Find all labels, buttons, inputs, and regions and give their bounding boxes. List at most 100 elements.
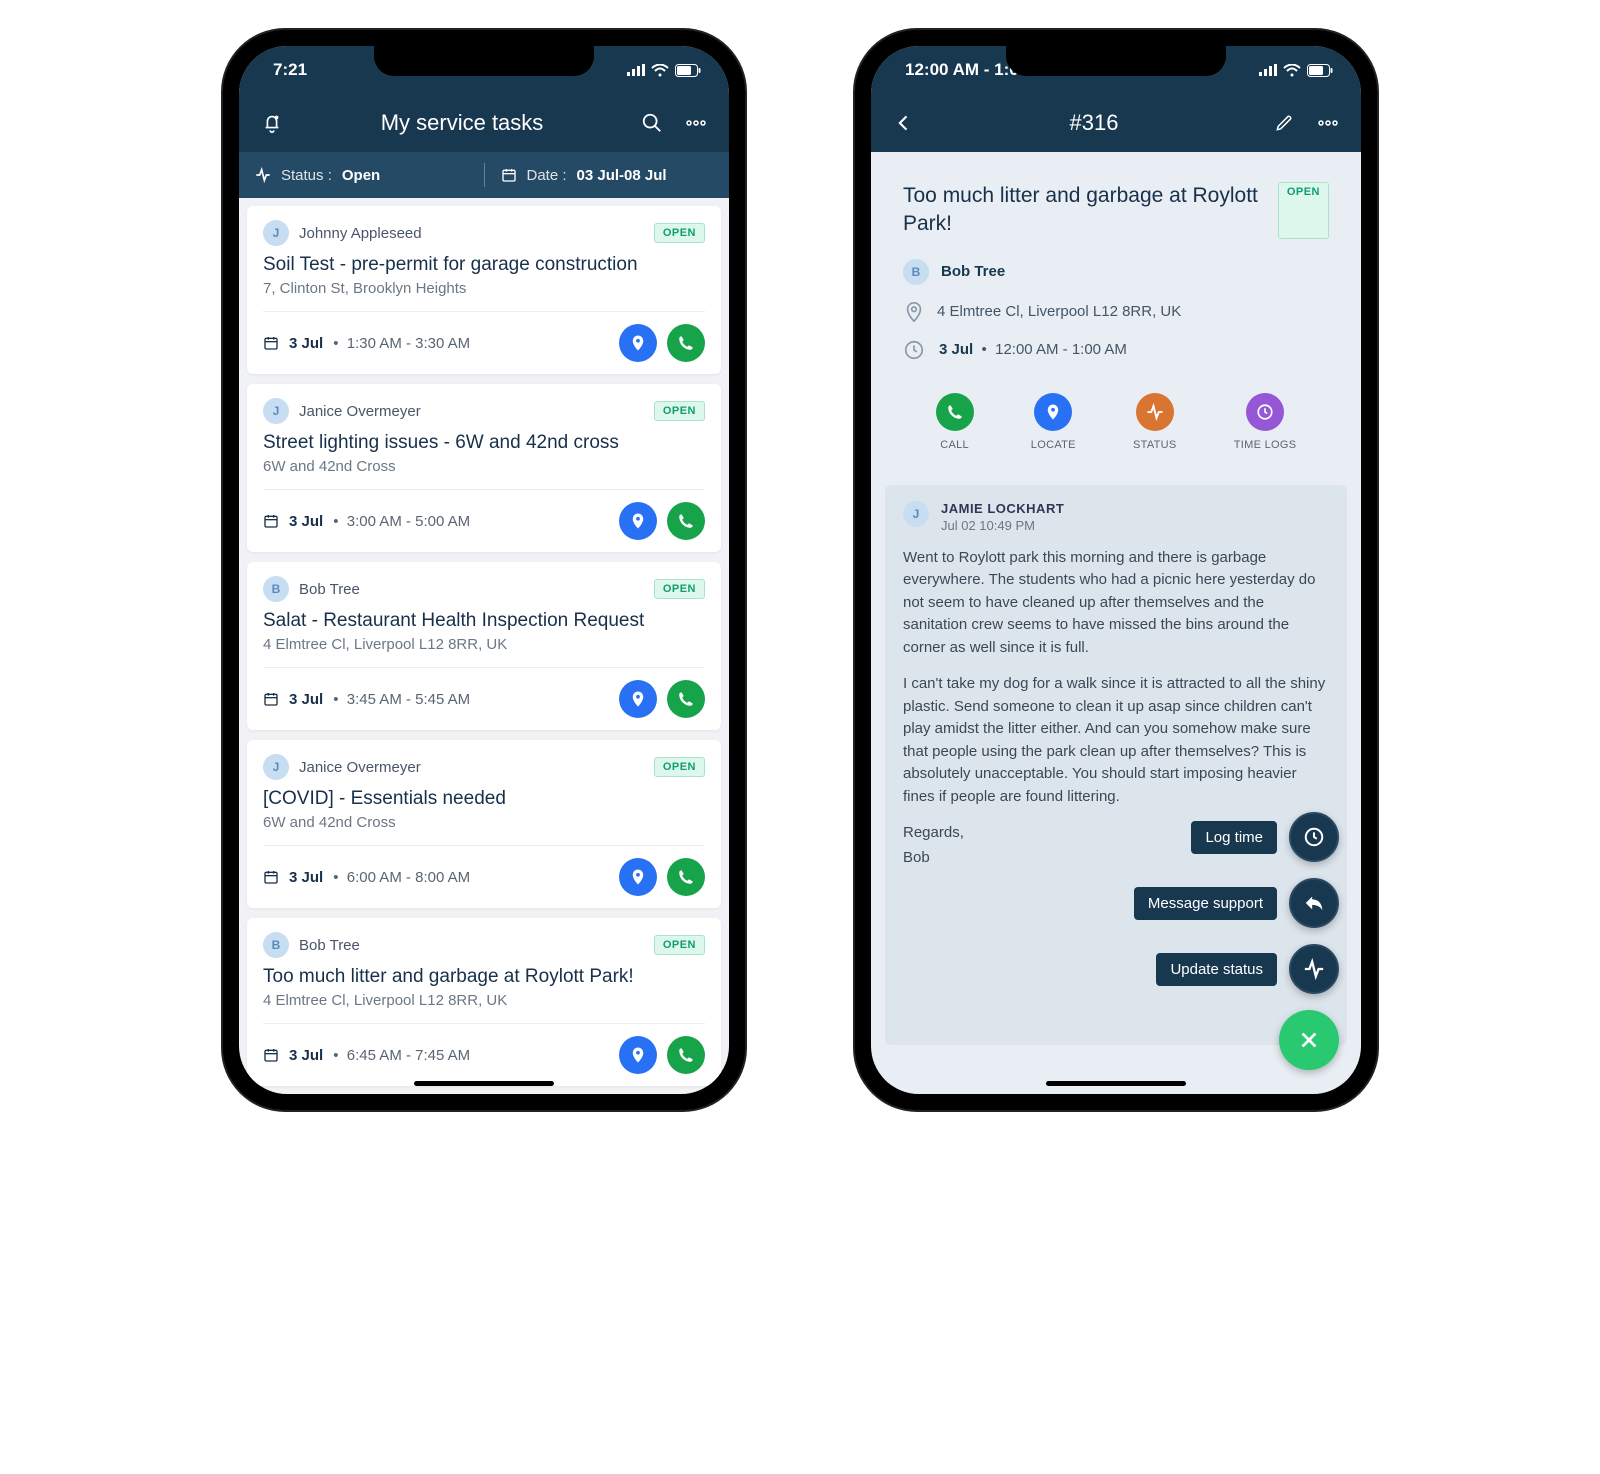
avatar: J [903, 501, 929, 527]
phone-icon [677, 868, 695, 886]
locate-button[interactable] [619, 502, 657, 540]
task-time: • 1:30 AM - 3:30 AM [333, 335, 609, 352]
fab-close[interactable] [1279, 1010, 1339, 1070]
fab-update-status[interactable]: Update status [1156, 944, 1339, 994]
calendar-icon [501, 167, 517, 183]
status-icons [627, 64, 701, 77]
fab-message-support[interactable]: Message support [1134, 878, 1339, 928]
task-date: 3 Jul [289, 513, 323, 530]
fab-log-time[interactable]: Log time [1191, 812, 1339, 862]
filter-status[interactable]: Status : Open [239, 167, 484, 184]
task-card[interactable]: B Bob Tree OPEN Too much litter and garb… [247, 918, 721, 1086]
location-pin-icon [629, 868, 647, 886]
call-button[interactable] [667, 1036, 705, 1074]
task-title: Soil Test - pre-permit for garage constr… [263, 254, 705, 276]
calendar-icon [263, 869, 279, 885]
phone-icon [677, 1046, 695, 1064]
home-indicator [414, 1081, 554, 1086]
signal-icon [627, 64, 645, 76]
date-value: 03 Jul-08 Jul [577, 167, 667, 184]
action-timelogs[interactable]: TIME LOGS [1234, 393, 1297, 451]
edit-icon[interactable] [1269, 108, 1299, 138]
signal-icon [1259, 64, 1277, 76]
notification-icon[interactable] [257, 108, 287, 138]
date-label: Date : [527, 167, 567, 184]
location-pin-icon [629, 1046, 647, 1064]
locate-button[interactable] [619, 324, 657, 362]
filter-date[interactable]: Date : 03 Jul-08 Jul [485, 167, 730, 184]
action-label: CALL [940, 439, 969, 451]
calendar-icon [263, 335, 279, 351]
task-address: 7, Clinton St, Brooklyn Heights [263, 280, 705, 297]
task-title: Too much litter and garbage at Roylott P… [263, 966, 705, 988]
home-indicator [1046, 1081, 1186, 1086]
phone-icon [677, 512, 695, 530]
message-timestamp: Jul 02 10:49 PM [941, 518, 1064, 533]
call-button[interactable] [667, 680, 705, 718]
search-icon[interactable] [637, 108, 667, 138]
clock: 7:21 [273, 60, 307, 80]
fab-label: Update status [1156, 953, 1277, 986]
more-icon[interactable] [681, 108, 711, 138]
message-author: JAMIE LOCKHART [941, 501, 1064, 516]
wifi-icon [651, 64, 669, 77]
locate-button[interactable] [619, 1036, 657, 1074]
phone-icon [677, 690, 695, 708]
action-label: STATUS [1133, 439, 1177, 451]
clock-icon [1256, 403, 1274, 421]
location-pin-icon [629, 512, 647, 530]
task-time: • 3:00 AM - 5:00 AM [333, 513, 609, 530]
task-date: 3 Jul [289, 691, 323, 708]
task-date: 3 Jul [289, 335, 323, 352]
clock-icon [903, 339, 925, 361]
more-icon[interactable] [1313, 108, 1343, 138]
avatar: J [263, 398, 289, 424]
task-time: • 6:00 AM - 8:00 AM [333, 869, 609, 886]
locate-button[interactable] [619, 680, 657, 718]
activity-icon [1303, 958, 1325, 980]
status-value: Open [342, 167, 380, 184]
task-address: 6W and 42nd Cross [263, 814, 705, 831]
battery-icon [675, 64, 701, 77]
status-badge: OPEN [654, 401, 705, 421]
task-address: 4 Elmtree Cl, Liverpool L12 8RR, UK [263, 992, 705, 1009]
task-card[interactable]: J Janice Overmeyer OPEN Street lighting … [247, 384, 721, 552]
task-time: • 6:45 AM - 7:45 AM [333, 1047, 609, 1064]
activity-icon [255, 167, 271, 183]
address: 4 Elmtree Cl, Liverpool L12 8RR, UK [937, 303, 1181, 320]
location-pin-icon [629, 690, 647, 708]
locate-button[interactable] [619, 858, 657, 896]
action-label: TIME LOGS [1234, 439, 1297, 451]
status-badge: OPEN [654, 223, 705, 243]
navbar: My service tasks [239, 94, 729, 152]
fab-label: Message support [1134, 887, 1277, 920]
phone-icon [946, 403, 964, 421]
ticket-id: #316 [933, 110, 1255, 136]
call-button[interactable] [667, 324, 705, 362]
calendar-icon [263, 1047, 279, 1063]
task-title: Street lighting issues - 6W and 42nd cro… [263, 432, 705, 454]
action-call[interactable]: CALL [936, 393, 974, 451]
phone-icon [677, 334, 695, 352]
avatar: J [263, 220, 289, 246]
task-card[interactable]: J Janice Overmeyer OPEN [COVID] - Essent… [247, 740, 721, 908]
filter-bar: Status : Open Date : 03 Jul-08 Jul [239, 152, 729, 198]
action-locate[interactable]: LOCATE [1031, 393, 1076, 451]
appointment-date: 3 Jul [939, 341, 973, 358]
task-date: 3 Jul [289, 869, 323, 886]
task-address: 6W and 42nd Cross [263, 458, 705, 475]
avatar: B [263, 932, 289, 958]
status-label: Status : [281, 167, 332, 184]
status-icons [1259, 64, 1333, 77]
contact-name: Bob Tree [941, 263, 1005, 280]
status-badge: OPEN [654, 579, 705, 599]
fab-menu: Log time Message support Update status [1134, 812, 1339, 1070]
task-card[interactable]: B Bob Tree OPEN Salat - Restaurant Healt… [247, 562, 721, 730]
action-status[interactable]: STATUS [1133, 393, 1177, 451]
navbar: #316 [871, 94, 1361, 152]
call-button[interactable] [667, 502, 705, 540]
back-icon[interactable] [889, 108, 919, 138]
avatar: B [903, 259, 929, 285]
task-card[interactable]: J Johnny Appleseed OPEN Soil Test - pre-… [247, 206, 721, 374]
call-button[interactable] [667, 858, 705, 896]
